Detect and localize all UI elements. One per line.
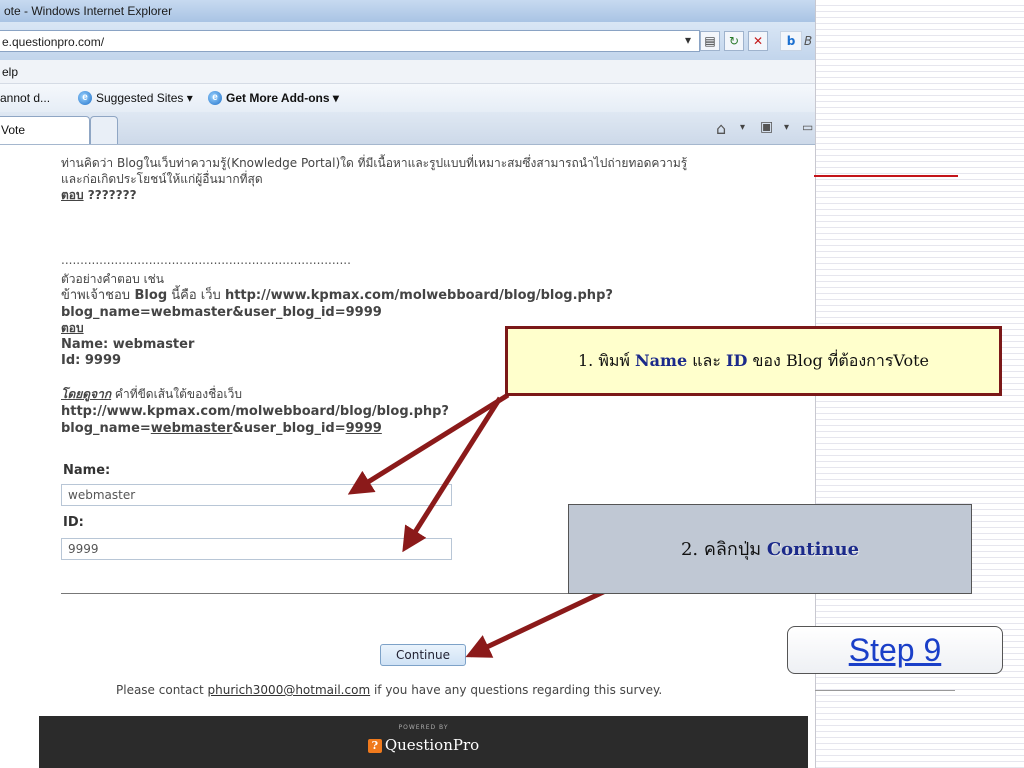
example-id: Id: 9999 [61,353,122,368]
callout-step-2: 2. คลิกปุ่ม Continue [568,504,972,594]
favorite-suggested-sites[interactable]: e Suggested Sites ▾ [78,84,193,112]
favorites-bar: annot d... e Suggested Sites ▾ e Get Mor… [0,84,815,112]
callout-step-1: 1. พิมพ์ Name และ ID ของ Blog ที่ต้องการ… [505,326,1002,396]
ie-icon: e [78,91,92,105]
favorite-get-more-addons[interactable]: e Get More Add-ons ▾ [208,84,339,112]
step-label-box: Step 9 [787,626,1003,674]
id-input[interactable]: 9999 [61,538,452,560]
chevron-down-icon[interactable]: ▾ [740,122,745,133]
example-line-2: blog_name=webmaster&user_blog_id=9999 [61,305,382,320]
answer-label-2: ตอบ [61,321,84,335]
print-icon[interactable]: ▭ [802,120,813,134]
step-link[interactable]: Step 9 [849,632,942,668]
home-icon[interactable]: ⌂ [716,119,726,138]
answer-value: ??????? [83,188,137,202]
answer-label: ตอบ [61,188,84,202]
menu-help[interactable]: elp [2,65,18,79]
question-line-2: และก่อเกิดประโยชน์ให้แก่ผู้อื่นมากที่สุด [61,172,263,186]
compatibility-view-icon[interactable]: ▤ [700,31,720,51]
answer-line: ตอบ ??????? [61,188,137,203]
dotted-separator: ........................................… [61,253,351,267]
menu-bar: elp [0,60,815,84]
chevron-down-icon[interactable]: ▾ [784,122,789,133]
questionpro-mark-icon: ? [367,739,382,753]
slide-accent-line [814,175,958,177]
name-label: Name: [63,463,111,478]
slide-divider-line [815,690,955,691]
questionpro-logo[interactable]: ? QuestionPro [39,736,808,754]
example-heading: ตัวอย่างคำตอบ เช่น [61,272,165,286]
favorite-item[interactable]: annot d... [0,84,50,112]
tab-bar: Vote ⌂ ▾ ▣ ▾ ▭ [0,112,815,145]
powered-by: POWERED BY [398,724,449,731]
stop-icon[interactable]: ✕ [748,31,768,51]
search-hint[interactable]: B [804,31,812,51]
note-url-1: http://www.kpmax.com/molwebboard/blog/bl… [61,404,449,419]
continue-button[interactable]: Continue [380,644,466,666]
note-url-2: blog_name=webmaster&user_blog_id=9999 [61,421,382,436]
example-line-1: ข้าพเจ้าชอบ Blog นี้คือ เว็บ http://www.… [61,288,613,303]
ie-icon: e [208,91,222,105]
feeds-icon[interactable]: ▣ [760,119,773,135]
bing-search-icon[interactable]: b [780,31,802,51]
example-name: Name: webmaster [61,337,195,352]
question-line-1: ท่านคิดว่า Blogในเว็บท่าความรู้(Knowledg… [61,156,688,170]
new-tab-button[interactable] [90,116,118,144]
name-input[interactable]: webmaster [61,484,452,506]
note-line: โดยดูจาก คำที่ขีดเส้นใต้ของชื่อเว็บ [61,387,242,401]
footer: POWERED BY ? QuestionPro [39,716,808,768]
id-label: ID: [63,515,84,530]
contact-email-link[interactable]: phurich3000@hotmail.com [207,683,370,697]
url-field[interactable]: e.questionpro.com/ [0,30,700,52]
dropdown-arrow-icon[interactable]: ▾ [680,31,696,51]
window-title: ote - Windows Internet Explorer [0,0,815,22]
address-bar: e.questionpro.com/ ▾ ▤ ↻ ✕ b B [0,22,815,60]
page-content: ท่านคิดว่า Blogในเว็บท่าความรู้(Knowledg… [0,145,815,768]
contact-line: Please contact phurich3000@hotmail.com i… [116,683,663,697]
tab-vote[interactable]: Vote [0,116,90,144]
refresh-icon[interactable]: ↻ [724,31,744,51]
